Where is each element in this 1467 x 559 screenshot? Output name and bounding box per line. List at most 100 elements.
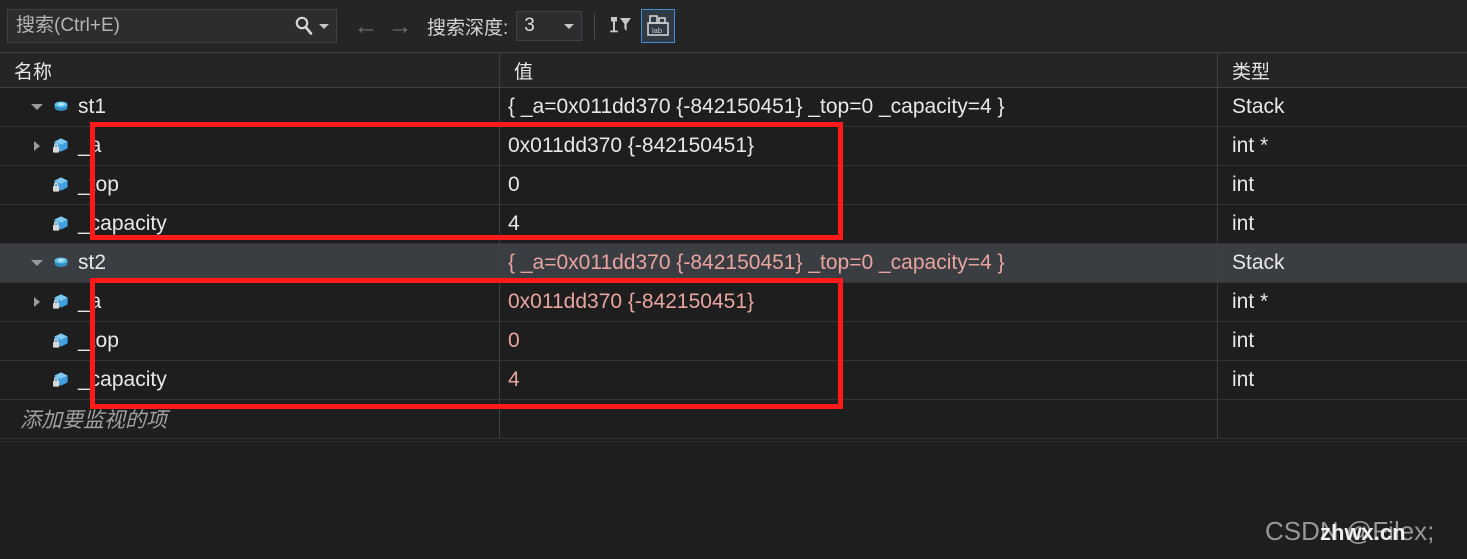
- private-field-icon: [48, 370, 74, 390]
- row-type-text: int: [1232, 173, 1255, 196]
- search-depth-select[interactable]: 3: [516, 11, 583, 41]
- row-name-text: _top: [78, 173, 119, 196]
- row-type-cell: Stack: [1218, 88, 1467, 126]
- expander-collapsed-icon[interactable]: [26, 283, 48, 321]
- nav-forward-glyph: →: [387, 11, 413, 40]
- chevron-down-icon[interactable]: [316, 10, 336, 42]
- add-watch-type-cell[interactable]: [1218, 400, 1467, 438]
- row-value-cell[interactable]: { _a=0x011dd370 {-842150451} _top=0 _cap…: [500, 244, 1218, 282]
- row-type-cell: Stack: [1218, 244, 1467, 282]
- add-watch-placeholder: 添加要监视的项: [20, 409, 167, 432]
- row-value-text: 0: [508, 329, 520, 352]
- row-type-cell: int *: [1218, 127, 1467, 165]
- column-header-name[interactable]: 名称: [0, 53, 500, 87]
- row-name-cell[interactable]: _top: [0, 322, 500, 360]
- add-watch-row[interactable]: 添加要监视的项: [0, 400, 1467, 439]
- expander-expanded-icon[interactable]: [26, 244, 48, 282]
- nav-forward-icon[interactable]: →: [383, 6, 417, 46]
- svg-text:lab: lab: [652, 26, 662, 35]
- private-field-icon: [48, 331, 74, 351]
- search-depth-value: 3: [524, 15, 535, 36]
- add-watch-name-cell[interactable]: 添加要监视的项: [0, 400, 500, 438]
- local-variable-icon: [48, 97, 74, 117]
- table-row[interactable]: _top 0 int: [0, 166, 1467, 205]
- private-field-icon: [48, 292, 74, 312]
- row-value-text: 0x011dd370 {-842150451}: [508, 290, 755, 313]
- row-value-text: { _a=0x011dd370 {-842150451} _top=0 _cap…: [508, 95, 1005, 118]
- row-name-cell[interactable]: st2: [0, 244, 500, 282]
- grid-header-row: 名称 值 类型: [0, 53, 1467, 88]
- table-row[interactable]: st1 { _a=0x011dd370 {-842150451} _top=0 _…: [0, 88, 1467, 127]
- row-type-text: int *: [1232, 134, 1269, 157]
- row-value-cell[interactable]: 4: [500, 205, 1218, 243]
- row-type-cell: int: [1218, 166, 1467, 204]
- add-watch-value-cell[interactable]: [500, 400, 1218, 438]
- row-name-cell[interactable]: _a: [0, 127, 500, 165]
- row-value-cell[interactable]: 0x011dd370 {-842150451}: [500, 127, 1218, 165]
- hexadecimal-display-icon[interactable]: lab: [641, 9, 676, 43]
- row-value-cell[interactable]: { _a=0x011dd370 {-842150451} _top=0 _cap…: [500, 88, 1218, 126]
- row-type-text: int: [1232, 212, 1255, 235]
- row-type-text: int: [1232, 368, 1255, 391]
- expander-collapsed-icon[interactable]: [26, 127, 48, 165]
- row-value-cell[interactable]: 4: [500, 361, 1218, 399]
- nav-back-icon[interactable]: ←: [349, 6, 383, 46]
- magnifier-icon[interactable]: [292, 10, 316, 42]
- local-variable-icon: [48, 253, 74, 273]
- private-field-icon: [48, 214, 74, 234]
- row-value-text: 4: [508, 212, 520, 235]
- grid-empty-area: [0, 441, 1467, 559]
- row-type-cell: int: [1218, 322, 1467, 360]
- row-type-text: Stack: [1232, 95, 1285, 118]
- row-value-text: { _a=0x011dd370 {-842150451} _top=0 _cap…: [508, 251, 1005, 274]
- table-row[interactable]: st2 { _a=0x011dd370 {-842150451} _top=0 _…: [0, 244, 1467, 283]
- row-value-cell[interactable]: 0: [500, 322, 1218, 360]
- row-value-cell[interactable]: 0: [500, 166, 1218, 204]
- row-name-cell[interactable]: _a: [0, 283, 500, 321]
- column-header-type[interactable]: 类型: [1218, 53, 1467, 87]
- row-value-text: 0x011dd370 {-842150451}: [508, 134, 755, 157]
- row-name-cell[interactable]: _top: [0, 166, 500, 204]
- row-type-cell: int: [1218, 361, 1467, 399]
- row-name-cell[interactable]: _capacity: [0, 361, 500, 399]
- expander-placeholder: [26, 361, 48, 399]
- row-name-text: _a: [78, 290, 102, 313]
- watch-toolbar: ← → 搜索深度: 3 lab: [0, 0, 1467, 53]
- pin-filter-icon[interactable]: [605, 10, 635, 42]
- row-type-text: Stack: [1232, 251, 1285, 274]
- nav-back-glyph: ←: [353, 11, 379, 40]
- expander-placeholder: [26, 322, 48, 360]
- chevron-down-icon[interactable]: [564, 23, 581, 29]
- table-row[interactable]: _capacity 4 int: [0, 361, 1467, 400]
- row-name-text: st1: [78, 95, 107, 118]
- row-value-text: 0: [508, 173, 520, 196]
- row-name-text: st2: [78, 251, 107, 274]
- table-row[interactable]: _capacity 4 int: [0, 205, 1467, 244]
- row-type-text: int: [1232, 329, 1255, 352]
- grid-rows: st1 { _a=0x011dd370 {-842150451} _top=0 _…: [0, 88, 1467, 400]
- search-box[interactable]: [7, 9, 337, 43]
- row-value-text: 4: [508, 368, 520, 391]
- row-name-text: _capacity: [78, 368, 167, 391]
- row-name-text: _capacity: [78, 212, 167, 235]
- row-value-cell[interactable]: 0x011dd370 {-842150451}: [500, 283, 1218, 321]
- table-row[interactable]: _a 0x011dd370 {-842150451} int *: [0, 127, 1467, 166]
- search-input[interactable]: [8, 10, 292, 42]
- table-row[interactable]: _top 0 int: [0, 322, 1467, 361]
- column-header-value[interactable]: 值: [500, 53, 1218, 87]
- search-depth-label: 搜索深度:: [427, 17, 509, 39]
- row-type-cell: int: [1218, 205, 1467, 243]
- table-row[interactable]: _a 0x011dd370 {-842150451} int *: [0, 283, 1467, 322]
- expander-expanded-icon[interactable]: [26, 88, 48, 126]
- row-name-cell[interactable]: st1: [0, 88, 500, 126]
- toolbar-divider: [594, 13, 596, 39]
- row-name-cell[interactable]: _capacity: [0, 205, 500, 243]
- row-name-text: _top: [78, 329, 119, 352]
